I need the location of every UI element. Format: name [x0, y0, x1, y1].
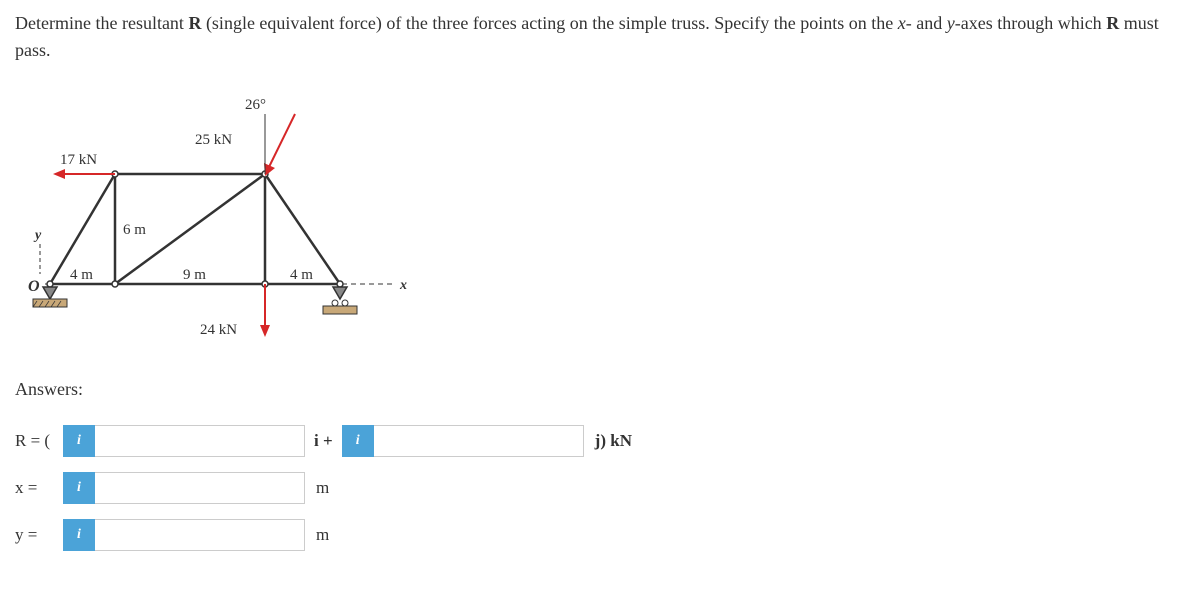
problem-R: R: [188, 13, 201, 33]
answers-section: Answers: R = ( i i + i j) kN x = i m y =…: [15, 379, 1185, 551]
i-plus-text: i +: [314, 431, 333, 451]
problem-x: x: [898, 13, 906, 33]
y-input[interactable]: [95, 519, 305, 551]
x-input[interactable]: [95, 472, 305, 504]
answer-row-R: R = ( i i + i j) kN: [15, 425, 1185, 457]
y-label: y =: [15, 525, 60, 545]
force-17-label: 17 kN: [60, 152, 97, 168]
answer-row-x: x = i m: [15, 472, 1185, 504]
problem-text-4: -axes through which: [955, 13, 1106, 33]
origin-label: O: [28, 278, 40, 295]
dim-9m: 9 m: [183, 267, 206, 283]
y-unit: m: [316, 525, 329, 545]
problem-text-2: (single equivalent force) of the three f…: [201, 13, 897, 33]
R-j-input[interactable]: [374, 425, 584, 457]
problem-y: y: [947, 13, 955, 33]
x-input-wrapper: i: [63, 472, 305, 504]
R-label: R = (: [15, 431, 60, 451]
problem-R2: R: [1106, 13, 1119, 33]
R-i-input[interactable]: [95, 425, 305, 457]
problem-statement: Determine the resultant R (single equiva…: [15, 10, 1185, 64]
info-icon[interactable]: i: [63, 519, 95, 551]
problem-text-3: - and: [906, 13, 947, 33]
problem-text-1: Determine the resultant: [15, 13, 188, 33]
x-unit: m: [316, 478, 329, 498]
truss-diagram: 26° 25 kN 17 kN 24 kN 6 m 4 m 9 m 4 m y …: [15, 89, 415, 349]
x-label: x =: [15, 478, 60, 498]
info-icon[interactable]: i: [63, 472, 95, 504]
dim-4m-right: 4 m: [290, 267, 313, 283]
j-unit-text: j) kN: [595, 431, 632, 451]
y-axis-label: y: [33, 228, 42, 243]
answer-row-y: y = i m: [15, 519, 1185, 551]
angle-label: 26°: [245, 97, 266, 113]
dim-4m-left: 4 m: [70, 267, 93, 283]
force-25-label: 25 kN: [195, 132, 232, 148]
dim-6m: 6 m: [123, 222, 146, 238]
R-j-input-wrapper: i: [342, 425, 584, 457]
force-24-label: 24 kN: [200, 322, 237, 338]
R-i-input-wrapper: i: [63, 425, 305, 457]
info-icon[interactable]: i: [342, 425, 374, 457]
x-axis-label: x: [399, 278, 407, 293]
answers-title: Answers:: [15, 379, 1185, 400]
y-input-wrapper: i: [63, 519, 305, 551]
info-icon[interactable]: i: [63, 425, 95, 457]
